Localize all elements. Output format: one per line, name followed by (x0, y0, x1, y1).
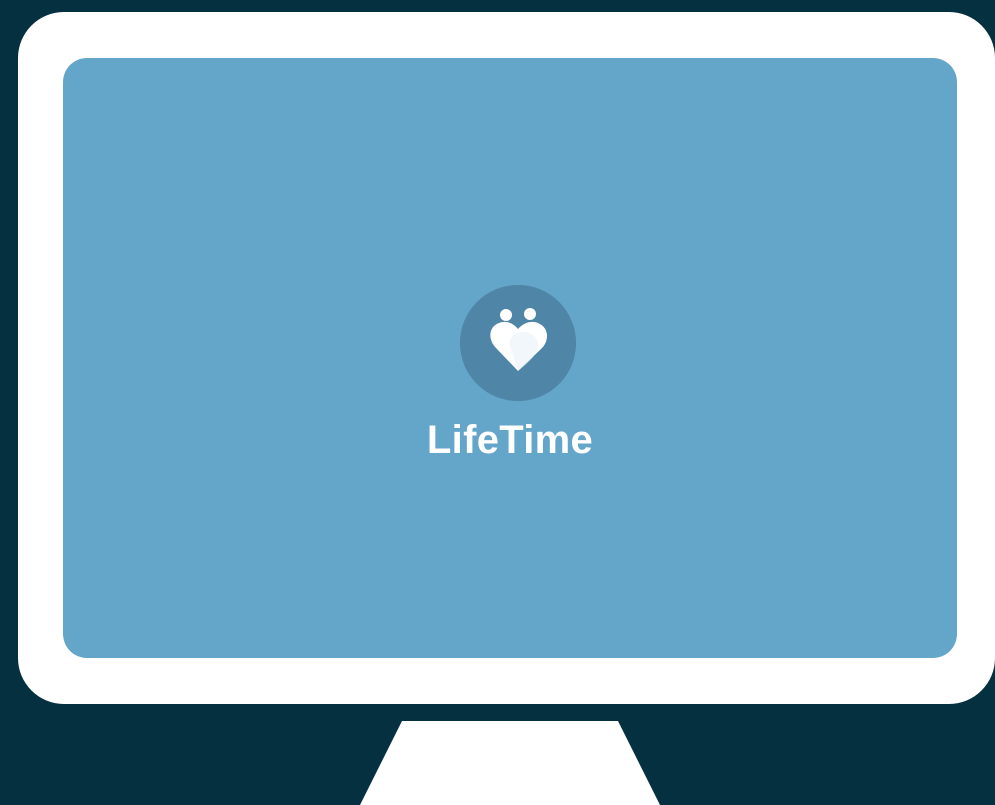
monitor-screen: LifeTime (63, 58, 957, 658)
monitor-illustration: LifeTime (0, 0, 995, 805)
brand-name: LifeTime (426, 418, 594, 462)
logo-badge (460, 285, 576, 401)
monitor-stand (360, 721, 660, 805)
heart-with-two-people-icon (460, 285, 576, 401)
lifetime-logo: LifeTime (63, 58, 957, 658)
